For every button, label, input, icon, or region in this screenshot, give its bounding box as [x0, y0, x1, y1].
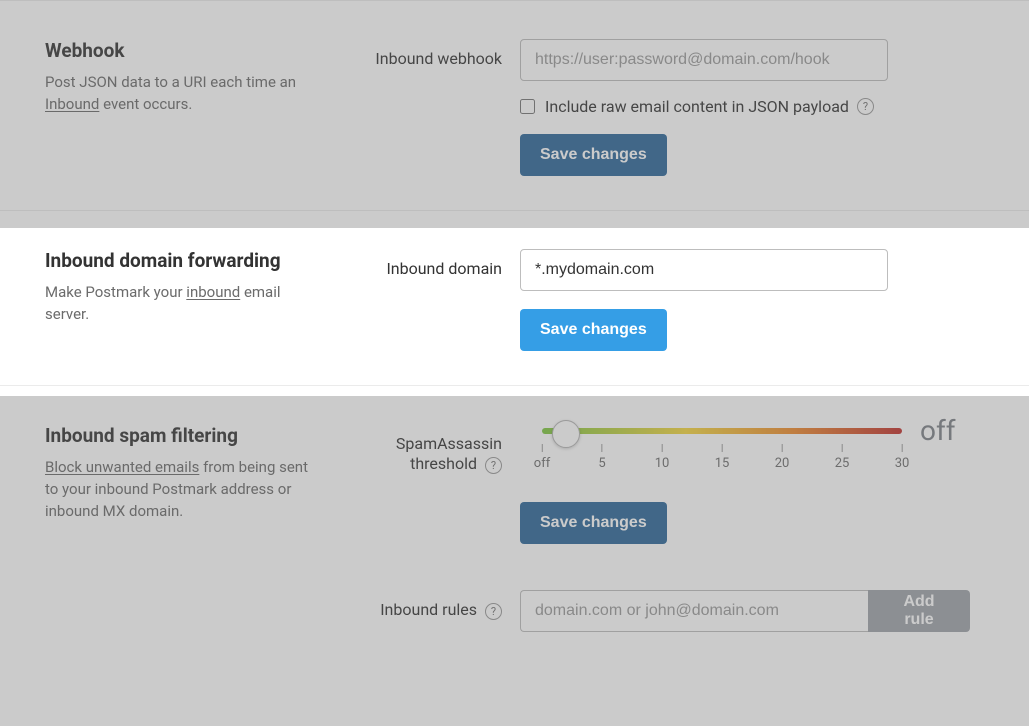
webhook-field-label: Inbound webhook — [345, 39, 520, 69]
inbound-link-2[interactable]: inbound — [186, 283, 240, 301]
inbound-link[interactable]: Inbound — [45, 95, 99, 113]
inbound-domain-label: Inbound domain — [345, 249, 520, 279]
spam-desc: Block unwanted emails from being sent to… — [45, 457, 325, 522]
section-webhook: Webhook Post JSON data to a URI each tim… — [0, 0, 1029, 211]
help-icon[interactable]: ? — [485, 603, 502, 620]
slider-tick-label: 5 — [598, 456, 605, 471]
inbound-rules-input[interactable] — [520, 590, 868, 632]
inbound-domain-input[interactable] — [520, 249, 888, 291]
block-emails-link[interactable]: Block unwanted emails — [45, 458, 199, 476]
help-icon[interactable]: ? — [857, 98, 874, 115]
slider-tick-label: off — [534, 456, 550, 471]
include-raw-row: Include raw email content in JSON payloa… — [520, 97, 984, 116]
slider-tick-label: 30 — [895, 456, 910, 471]
add-rule-button[interactable]: Add rule — [868, 590, 970, 632]
spam-save-button[interactable]: Save changes — [520, 502, 667, 544]
domain-save-button[interactable]: Save changes — [520, 309, 667, 351]
slider-tick-label: 25 — [835, 456, 850, 471]
webhook-url-input[interactable] — [520, 39, 888, 81]
inbound-rules-label: Inbound rules ? — [345, 590, 520, 620]
webhook-desc: Post JSON data to a URI each time an Inb… — [45, 72, 325, 116]
section-domain-forwarding: Inbound domain forwarding Make Postmark … — [0, 211, 1029, 385]
webhook-title: Webhook — [45, 39, 325, 62]
slider-status: off — [920, 414, 955, 447]
spamassassin-slider[interactable]: off off51015202530 — [520, 424, 935, 474]
domain-desc: Make Postmark your inbound email server. — [45, 282, 325, 326]
include-raw-checkbox[interactable] — [520, 99, 535, 114]
section-spam-filtering: Inbound spam filtering Block unwanted em… — [0, 385, 1029, 692]
slider-tick-label: 10 — [655, 456, 670, 471]
slider-tick-label: 15 — [715, 456, 730, 471]
help-icon[interactable]: ? — [485, 457, 502, 474]
include-raw-label: Include raw email content in JSON payloa… — [545, 97, 849, 116]
domain-title: Inbound domain forwarding — [45, 249, 325, 272]
spam-title: Inbound spam filtering — [45, 424, 325, 447]
webhook-save-button[interactable]: Save changes — [520, 134, 667, 176]
slider-tick-label: 20 — [775, 456, 790, 471]
threshold-label: SpamAssassin threshold ? — [345, 424, 520, 474]
